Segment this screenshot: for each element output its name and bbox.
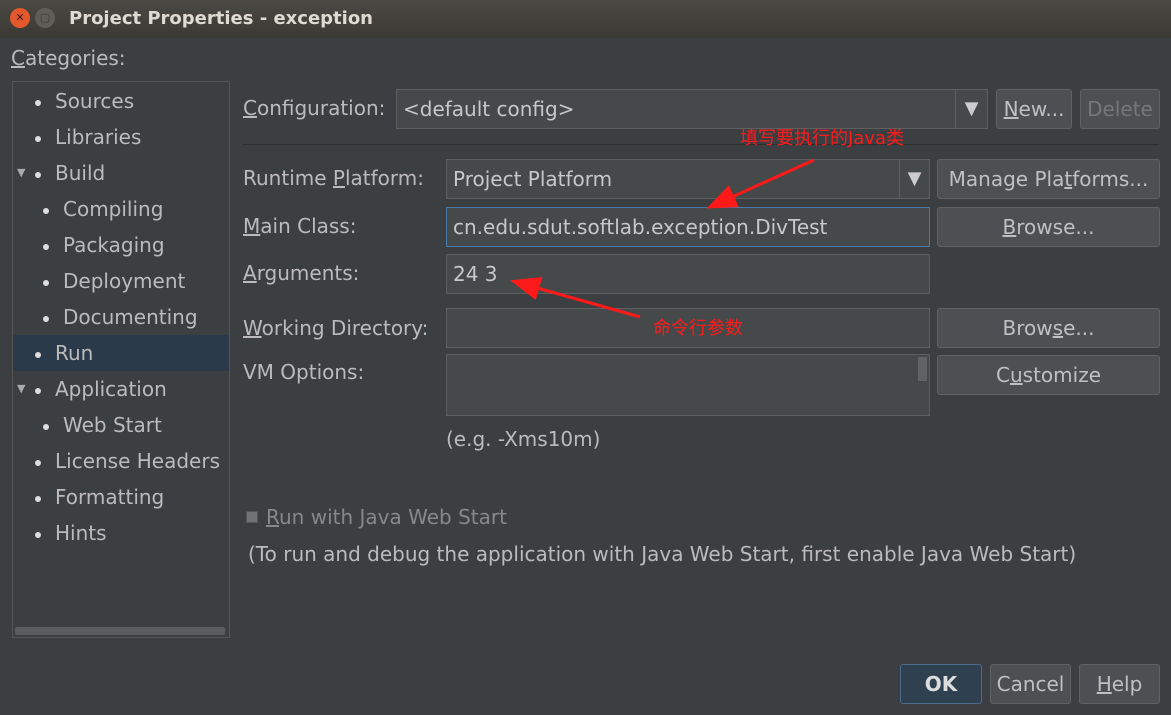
annotation-arrows [510,158,815,319]
arrow-to-arguments [510,276,641,319]
help-button[interactable]: Help [1079,664,1160,704]
ok-button[interactable]: OK [900,664,982,704]
cancel-button[interactable]: Cancel [990,664,1071,704]
arrow-to-main-class [706,158,815,209]
